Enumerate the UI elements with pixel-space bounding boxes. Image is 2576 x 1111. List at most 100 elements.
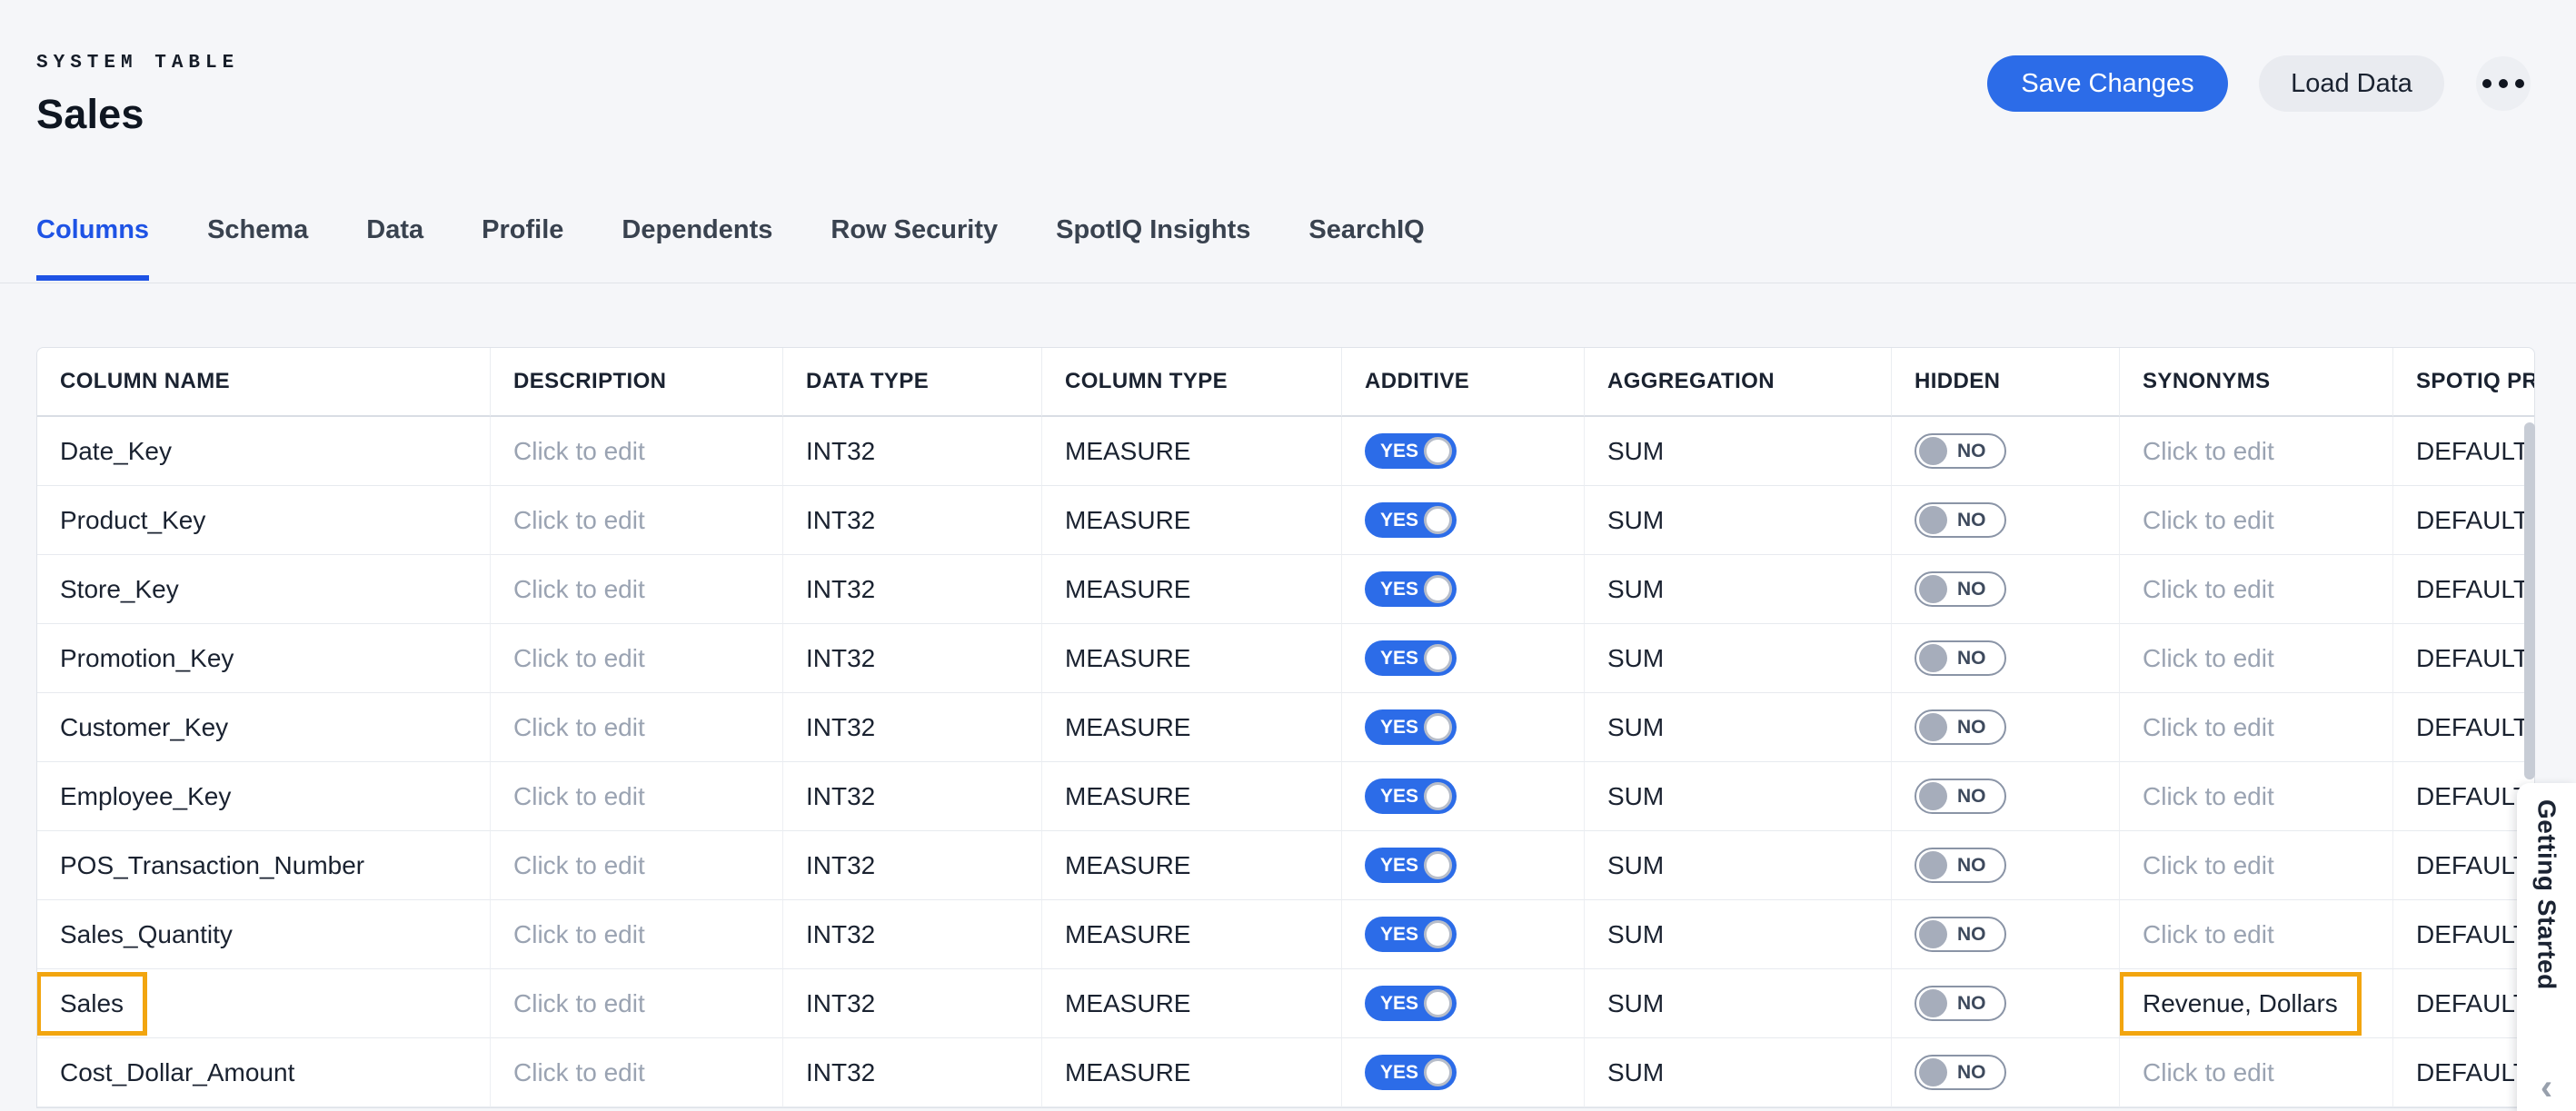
description-cell[interactable]: Click to edit <box>491 555 783 624</box>
toggle-knob <box>1424 506 1452 534</box>
column-header-description: DESCRIPTION <box>491 348 783 417</box>
tab-searchiq[interactable]: SearchIQ <box>1308 215 1424 281</box>
tab-columns[interactable]: Columns <box>36 215 149 281</box>
description-cell[interactable]: Click to edit <box>491 624 783 693</box>
synonyms-cell[interactable]: Click to edit <box>2120 693 2393 762</box>
description-cell[interactable]: Click to edit <box>491 831 783 900</box>
description-cell[interactable]: Click to edit <box>491 486 783 555</box>
hidden-toggle[interactable]: NO <box>1915 640 2006 676</box>
spotiq-preference-cell: DEFAULT <box>2393 831 2534 900</box>
additive-cell: YES <box>1342 693 1585 762</box>
hidden-toggle[interactable]: NO <box>1915 502 2006 538</box>
additive-toggle[interactable]: YES <box>1365 571 1457 607</box>
synonyms-cell[interactable]: Click to edit <box>2120 417 2393 486</box>
description-cell[interactable]: Click to edit <box>491 762 783 831</box>
spotiq-preference-cell: DEFAULT <box>2393 762 2534 831</box>
tab-row-security[interactable]: Row Security <box>830 215 998 281</box>
hidden-toggle[interactable]: NO <box>1915 433 2006 469</box>
column-name-cell: Sales <box>37 969 491 1038</box>
spotiq-preference-cell: DEFAULT <box>2393 1038 2534 1107</box>
hidden-toggle[interactable]: NO <box>1915 986 2006 1021</box>
hidden-toggle[interactable]: NO <box>1915 1055 2006 1090</box>
tab-profile[interactable]: Profile <box>482 215 563 281</box>
hidden-toggle[interactable]: NO <box>1915 848 2006 883</box>
synonyms-cell[interactable]: Revenue, Dollars <box>2120 969 2393 1038</box>
synonyms-value: Click to edit <box>2143 506 2274 535</box>
toggle-label: NO <box>1957 993 1986 1015</box>
description-cell[interactable]: Click to edit <box>491 693 783 762</box>
description-cell[interactable]: Click to edit <box>491 1038 783 1107</box>
toggle-label: NO <box>1957 579 1986 600</box>
aggregation-cell[interactable]: SUM <box>1585 555 1892 624</box>
save-changes-button[interactable]: Save Changes <box>1987 55 2228 112</box>
load-data-button[interactable]: Load Data <box>2259 55 2444 112</box>
description-cell[interactable]: Click to edit <box>491 417 783 486</box>
synonyms-cell[interactable]: Click to edit <box>2120 900 2393 969</box>
additive-toggle[interactable]: YES <box>1365 1055 1457 1090</box>
toggle-knob <box>1919 437 1947 465</box>
table-row: Store_KeyClick to editINT32MEASUREYESSUM… <box>37 555 2534 624</box>
synonyms-cell[interactable]: Click to edit <box>2120 486 2393 555</box>
aggregation-cell[interactable]: SUM <box>1585 900 1892 969</box>
column-name-cell: Promotion_Key <box>37 624 491 693</box>
aggregation-cell[interactable]: SUM <box>1585 1038 1892 1107</box>
hidden-toggle[interactable]: NO <box>1915 917 2006 952</box>
additive-cell: YES <box>1342 969 1585 1038</box>
aggregation-cell[interactable]: SUM <box>1585 624 1892 693</box>
aggregation-cell[interactable]: SUM <box>1585 831 1892 900</box>
aggregation-cell[interactable]: SUM <box>1585 486 1892 555</box>
toggle-label: YES <box>1380 993 1418 1015</box>
table-row: SalesClick to editINT32MEASUREYESSUMNORe… <box>37 969 2534 1038</box>
toggle-knob <box>1919 989 1947 1017</box>
additive-toggle[interactable]: YES <box>1365 779 1457 814</box>
additive-toggle[interactable]: YES <box>1365 433 1457 469</box>
column-header-synonyms: SYNONYMS <box>2120 348 2393 417</box>
spotiq-preference-cell: DEFAULT <box>2393 624 2534 693</box>
hidden-toggle[interactable]: NO <box>1915 709 2006 745</box>
additive-toggle[interactable]: YES <box>1365 709 1457 745</box>
synonyms-cell[interactable]: Click to edit <box>2120 831 2393 900</box>
description-cell[interactable]: Click to edit <box>491 900 783 969</box>
getting-started-panel[interactable]: Getting Started ‹ <box>2517 783 2576 1111</box>
additive-toggle[interactable]: YES <box>1365 640 1457 676</box>
additive-toggle[interactable]: YES <box>1365 848 1457 883</box>
synonyms-cell[interactable]: Click to edit <box>2120 1038 2393 1107</box>
column-type-cell: MEASURE <box>1042 900 1342 969</box>
additive-toggle[interactable]: YES <box>1365 986 1457 1021</box>
column-type-cell: MEASURE <box>1042 693 1342 762</box>
tab-data[interactable]: Data <box>366 215 423 281</box>
hidden-toggle[interactable]: NO <box>1915 779 2006 814</box>
description-cell[interactable]: Click to edit <box>491 969 783 1038</box>
column-type-cell: MEASURE <box>1042 417 1342 486</box>
column-name: POS_Transaction_Number <box>60 851 364 880</box>
additive-toggle[interactable]: YES <box>1365 917 1457 952</box>
tab-spotiq-insights[interactable]: SpotIQ Insights <box>1056 215 1250 281</box>
synonyms-cell[interactable]: Click to edit <box>2120 555 2393 624</box>
aggregation-cell[interactable]: SUM <box>1585 762 1892 831</box>
tab-dependents[interactable]: Dependents <box>622 215 772 281</box>
synonyms-value: Revenue, Dollars <box>2120 972 2362 1036</box>
spotiq-preference-cell: DEFAULT <box>2393 555 2534 624</box>
data-type-cell: INT32 <box>783 555 1042 624</box>
column-name: Product_Key <box>60 506 205 535</box>
spotiq-preference-cell: DEFAULT <box>2393 693 2534 762</box>
aggregation-cell[interactable]: SUM <box>1585 417 1892 486</box>
tab-schema[interactable]: Schema <box>207 215 308 281</box>
synonyms-cell[interactable]: Click to edit <box>2120 762 2393 831</box>
toggle-knob <box>1919 644 1947 672</box>
more-options-button[interactable] <box>2476 56 2531 111</box>
additive-cell: YES <box>1342 555 1585 624</box>
hidden-toggle[interactable]: NO <box>1915 571 2006 607</box>
vertical-scrollbar[interactable] <box>2524 422 2535 779</box>
additive-toggle[interactable]: YES <box>1365 502 1457 538</box>
aggregation-cell[interactable]: SUM <box>1585 693 1892 762</box>
toggle-label: YES <box>1380 510 1418 531</box>
toggle-label: YES <box>1380 786 1418 808</box>
hidden-cell: NO <box>1892 969 2120 1038</box>
toggle-knob <box>1424 851 1452 879</box>
chevron-left-icon[interactable]: ‹ <box>2541 1069 2552 1106</box>
toggle-label: YES <box>1380 1062 1418 1084</box>
synonyms-cell[interactable]: Click to edit <box>2120 624 2393 693</box>
column-type-cell: MEASURE <box>1042 486 1342 555</box>
aggregation-cell[interactable]: SUM <box>1585 969 1892 1038</box>
